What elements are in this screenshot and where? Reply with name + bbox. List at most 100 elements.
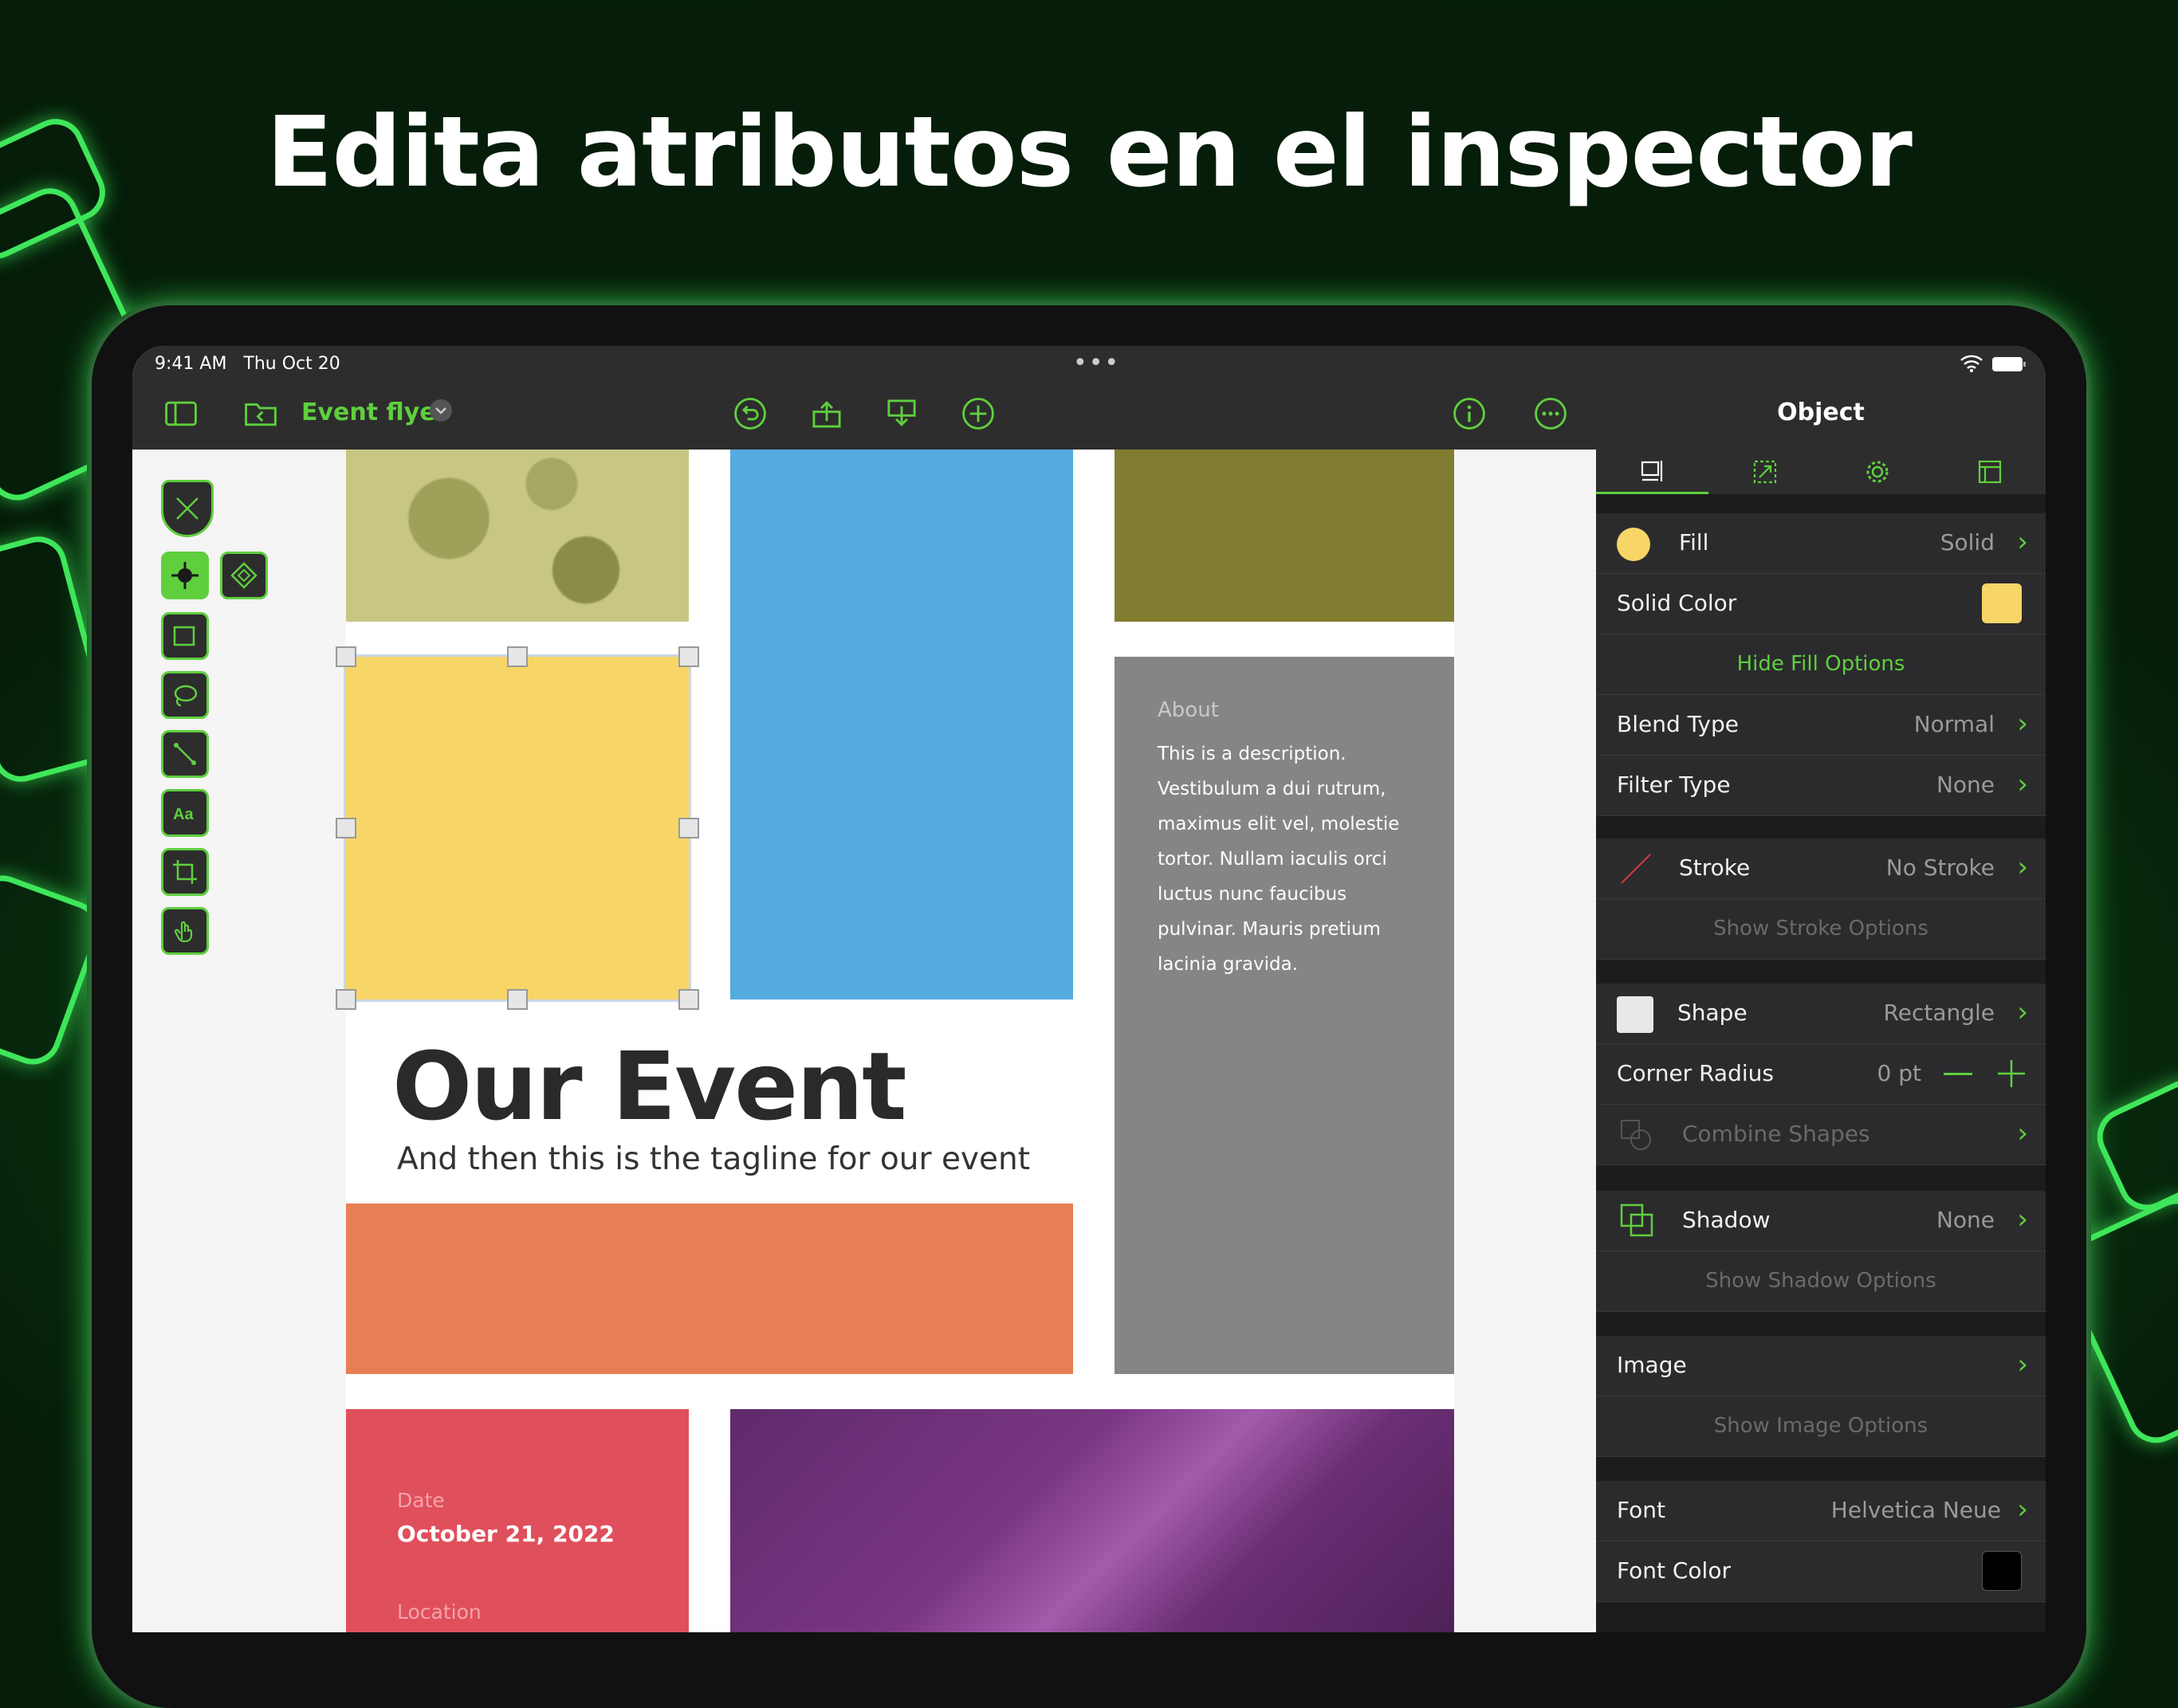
shadow-icon bbox=[1618, 1202, 1657, 1240]
blend-type-label: Blend Type bbox=[1617, 711, 1739, 737]
undo-icon[interactable] bbox=[732, 395, 769, 432]
svg-text:Aa: Aa bbox=[173, 806, 194, 823]
resize-handle-tr[interactable] bbox=[678, 646, 699, 667]
document-title[interactable]: Event flyer bbox=[301, 399, 447, 426]
tab-resize[interactable] bbox=[1708, 450, 1821, 494]
font-value: Helvetica Neue bbox=[1830, 1497, 2001, 1523]
battery-icon bbox=[1991, 355, 2027, 373]
show-stroke-options-link[interactable]: Show Stroke Options bbox=[1596, 917, 2046, 940]
filter-type-value: None bbox=[1936, 772, 1995, 798]
resize-handle-ml[interactable] bbox=[336, 818, 356, 838]
inspector-panel: Object Fill Solid › Solid Color Hide Fil… bbox=[1596, 346, 2046, 1632]
stroke-value: No Stroke bbox=[1885, 854, 1995, 881]
yellow-block-selected[interactable] bbox=[344, 654, 691, 1002]
solid-color-swatch[interactable] bbox=[1982, 583, 2022, 623]
status-time: 9:41 AM Thu Oct 20 bbox=[155, 354, 340, 374]
about-line: pulvinar. Mauris pretium bbox=[1158, 919, 1381, 940]
blend-type-value: Normal bbox=[1913, 711, 1995, 737]
title-chevron-down-icon[interactable] bbox=[427, 397, 454, 424]
hide-fill-row[interactable]: Hide Fill Options bbox=[1596, 634, 2046, 695]
selection-tool[interactable] bbox=[161, 552, 209, 599]
text-tool[interactable]: Aa bbox=[161, 789, 209, 837]
document-page[interactable]: About This is a description. Vestibulum … bbox=[336, 450, 1454, 1632]
show-stroke-row[interactable]: Show Stroke Options bbox=[1596, 899, 2046, 960]
multitasking-dots[interactable]: ••• bbox=[1073, 349, 1120, 377]
font-color-swatch[interactable] bbox=[1982, 1551, 2022, 1591]
send-backward-icon[interactable] bbox=[808, 395, 845, 432]
combine-shapes-row[interactable]: Combine Shapes › bbox=[1596, 1105, 2046, 1165]
resize-handle-tm[interactable] bbox=[507, 646, 528, 667]
fill-row[interactable]: Fill Solid › bbox=[1596, 513, 2046, 574]
solid-color-row[interactable]: Solid Color bbox=[1596, 574, 2046, 634]
blend-type-row[interactable]: Blend Type Normal › bbox=[1596, 695, 2046, 756]
chevron-right-icon: › bbox=[2017, 851, 2028, 883]
tab-canvas[interactable] bbox=[1933, 450, 2046, 494]
filter-type-row[interactable]: Filter Type None › bbox=[1596, 756, 2046, 816]
chevron-right-icon: › bbox=[2017, 708, 2028, 740]
combine-shapes-icon bbox=[1618, 1117, 1653, 1152]
chevron-right-icon: › bbox=[2017, 526, 2028, 558]
more-options-icon[interactable] bbox=[1532, 395, 1569, 432]
top-toolbar: 9:41 AM Thu Oct 20 ••• Event flyer bbox=[132, 346, 1596, 450]
resize-handle-bm[interactable] bbox=[507, 989, 528, 1010]
plus-icon[interactable] bbox=[1996, 1058, 2027, 1089]
about-line: luctus nunc faucibus bbox=[1158, 884, 1347, 905]
olive-block[interactable] bbox=[1115, 450, 1454, 622]
pen-tool[interactable] bbox=[161, 480, 214, 537]
about-line: maximus elit vel, molestie bbox=[1158, 814, 1400, 834]
show-image-row[interactable]: Show Image Options bbox=[1596, 1396, 2046, 1457]
event-title[interactable]: Our Event bbox=[392, 1031, 907, 1141]
tab-geometry[interactable] bbox=[1596, 450, 1708, 494]
stroke-row[interactable]: Stroke No Stroke › bbox=[1596, 838, 2046, 899]
sidebar-toggle-icon[interactable] bbox=[163, 395, 199, 432]
purple-image-block[interactable] bbox=[730, 1409, 1454, 1632]
shadow-label: Shadow bbox=[1682, 1207, 1771, 1233]
bring-forward-icon[interactable] bbox=[883, 395, 920, 432]
shape-row[interactable]: Shape Rectangle › bbox=[1596, 984, 2046, 1044]
about-panel[interactable]: About This is a description. Vestibulum … bbox=[1115, 657, 1454, 1374]
red-date-block[interactable]: Date October 21, 2022 Location bbox=[346, 1409, 689, 1632]
shape-swatch bbox=[1617, 996, 1653, 1033]
texture-image-block[interactable] bbox=[346, 450, 689, 622]
font-row[interactable]: Font Helvetica Neue › bbox=[1596, 1481, 2046, 1541]
about-line: lacinia gravida. bbox=[1158, 954, 1299, 975]
add-icon[interactable] bbox=[960, 395, 997, 432]
hand-tool[interactable] bbox=[161, 907, 209, 955]
inspector-tabs bbox=[1596, 450, 2046, 494]
corner-radius-label: Corner Radius bbox=[1617, 1060, 1774, 1086]
resize-handle-mr[interactable] bbox=[678, 818, 699, 838]
point-editor-tool[interactable] bbox=[220, 552, 268, 599]
hide-fill-options-link[interactable]: Hide Fill Options bbox=[1596, 652, 2046, 676]
minus-icon[interactable] bbox=[1944, 1073, 1972, 1075]
blue-block[interactable] bbox=[730, 450, 1073, 999]
chevron-right-icon: › bbox=[2017, 1117, 2028, 1149]
fill-swatch bbox=[1617, 528, 1650, 561]
shadow-value: None bbox=[1936, 1207, 1995, 1233]
show-shadow-options-link[interactable]: Show Shadow Options bbox=[1596, 1269, 2046, 1293]
rectangle-tool[interactable] bbox=[161, 612, 209, 660]
corner-radius-row[interactable]: Corner Radius 0 pt bbox=[1596, 1044, 2046, 1105]
image-row[interactable]: Image › bbox=[1596, 1336, 2046, 1396]
orange-block[interactable] bbox=[346, 1203, 1073, 1374]
event-tagline[interactable]: And then this is the tagline for our eve… bbox=[397, 1141, 1030, 1177]
no-stroke-icon bbox=[1618, 851, 1653, 886]
image-label: Image bbox=[1617, 1352, 1687, 1378]
show-image-options-link[interactable]: Show Image Options bbox=[1596, 1414, 2046, 1438]
fill-value: Solid bbox=[1940, 529, 1995, 556]
line-tool[interactable] bbox=[161, 730, 209, 778]
show-shadow-row[interactable]: Show Shadow Options bbox=[1596, 1251, 2046, 1312]
resize-handle-bl[interactable] bbox=[336, 989, 356, 1010]
solid-color-label: Solid Color bbox=[1617, 590, 1737, 616]
inspector-header: Object bbox=[1596, 346, 2046, 450]
chevron-right-icon: › bbox=[2017, 996, 2028, 1028]
folder-back-icon[interactable] bbox=[242, 395, 279, 432]
resize-handle-br[interactable] bbox=[678, 989, 699, 1010]
info-icon[interactable] bbox=[1451, 395, 1488, 432]
crop-tool[interactable] bbox=[161, 848, 209, 896]
location-label: Location bbox=[397, 1600, 482, 1624]
font-color-row[interactable]: Font Color bbox=[1596, 1541, 2046, 1602]
tab-settings[interactable] bbox=[1821, 450, 1933, 494]
resize-handle-tl[interactable] bbox=[336, 646, 356, 667]
lasso-tool[interactable] bbox=[161, 671, 209, 719]
shadow-row[interactable]: Shadow None › bbox=[1596, 1191, 2046, 1251]
